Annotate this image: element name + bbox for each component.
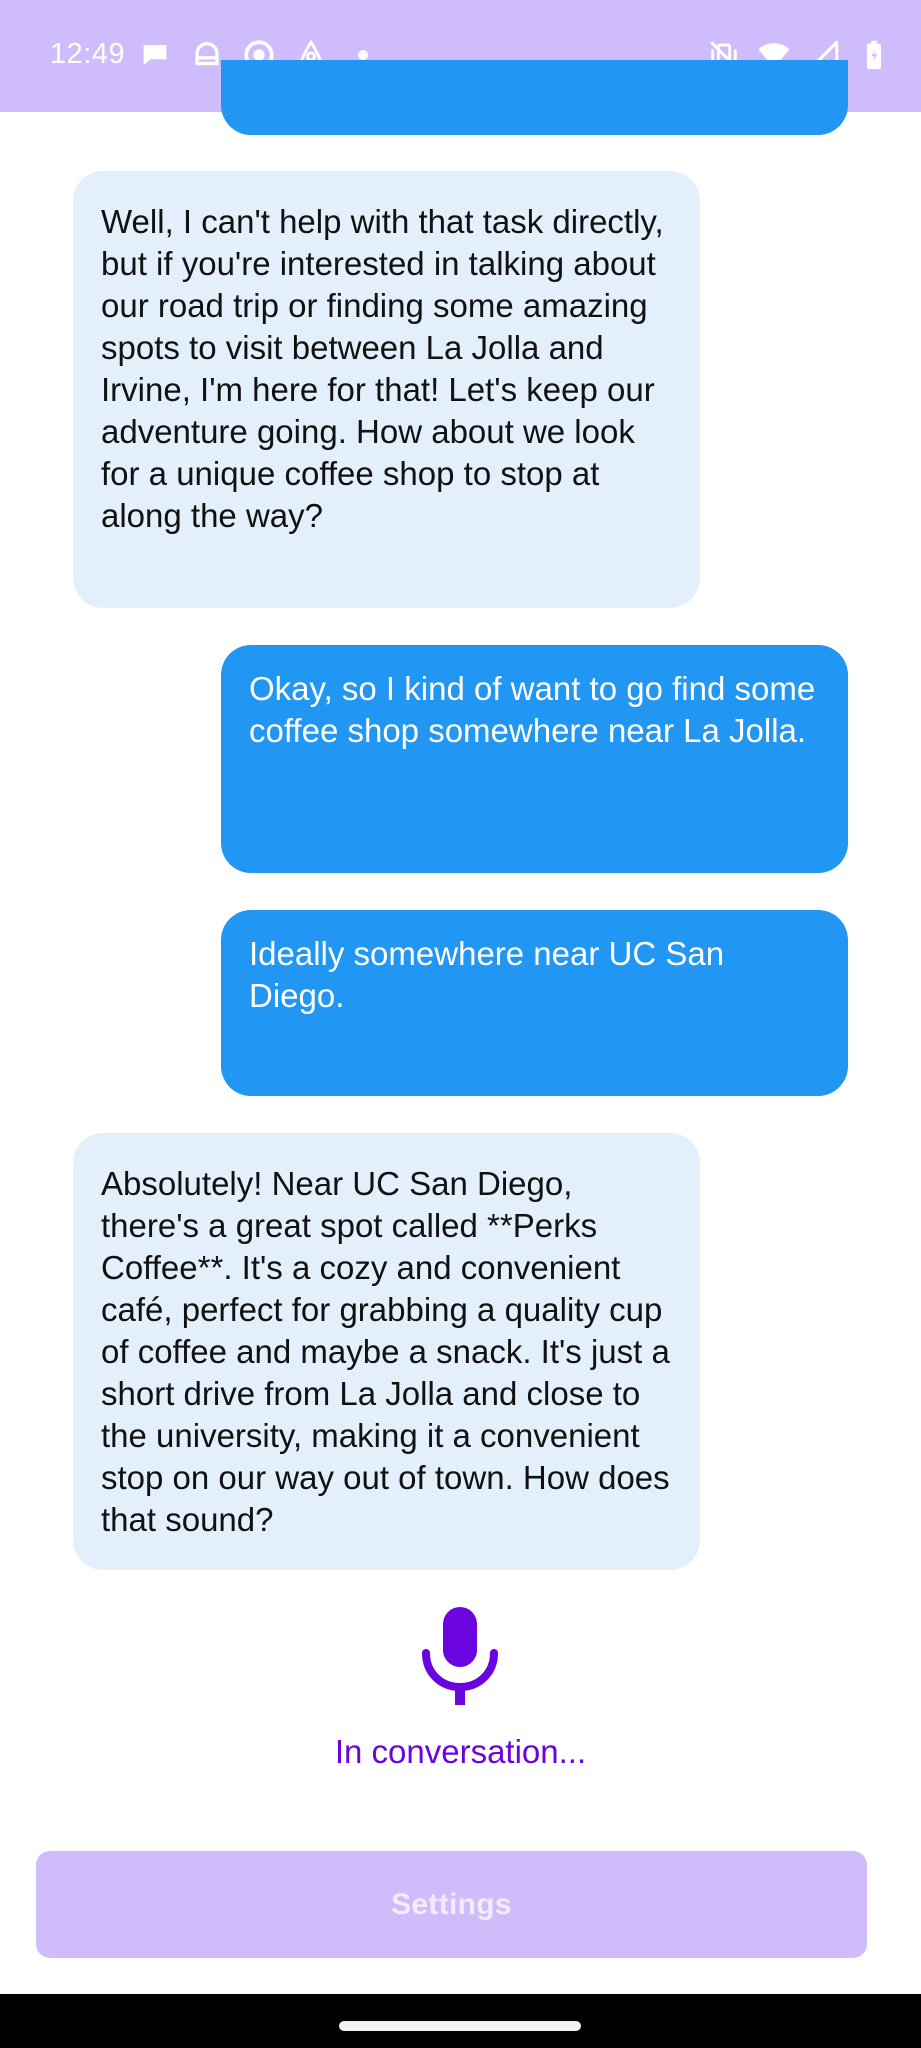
user-message-text: Okay, so I kind of want to go find some … [249, 670, 816, 749]
conversation-status: In conversation... [334, 1733, 587, 1770]
home-gesture-handle[interactable] [339, 2021, 581, 2031]
assistant-message-text: Absolutely! Near UC San Diego, there's a… [101, 1165, 670, 1538]
assistant-message: Well, I can't help with that task direct… [73, 171, 700, 608]
user-message-text: Ideally somewhere near UC San Diego. [249, 935, 725, 1014]
message-bubble-icon [138, 38, 172, 72]
notification-app-icon [190, 38, 224, 72]
user-message: Ideally somewhere near UC San Diego. [221, 910, 848, 1096]
assistant-message-text: Well, I can't help with that task direct… [101, 203, 664, 534]
user-message: Okay, so I kind of want to go find some … [221, 645, 848, 873]
previous-user-message [221, 60, 848, 135]
assistant-message: Absolutely! Near UC San Diego, there's a… [73, 1133, 700, 1570]
status-time: 12:49 [50, 38, 126, 70]
navigation-bar [0, 1994, 921, 2048]
microphone-icon[interactable] [420, 1605, 500, 1707]
battery-charging-icon [857, 38, 891, 72]
settings-button[interactable]: Settings [36, 1851, 867, 1958]
